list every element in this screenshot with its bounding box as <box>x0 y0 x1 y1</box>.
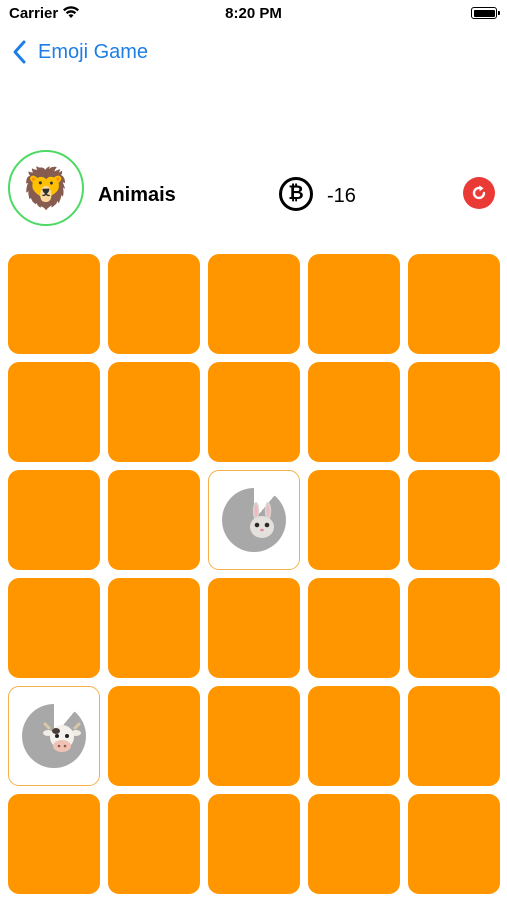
card-face-down[interactable] <box>8 254 100 354</box>
restart-button[interactable] <box>463 177 495 209</box>
score-value: -16 <box>327 185 356 207</box>
card-revealed-rabbit[interactable] <box>208 470 300 570</box>
card-face-down[interactable] <box>8 470 100 570</box>
card-face-down[interactable] <box>208 578 300 678</box>
card-face-down[interactable] <box>108 794 200 894</box>
card-face-down[interactable] <box>108 578 200 678</box>
card-face-down[interactable] <box>308 362 400 462</box>
card-face-down[interactable] <box>408 686 500 786</box>
card-face-down[interactable] <box>108 362 200 462</box>
card-face-down[interactable] <box>108 686 200 786</box>
card-face-down[interactable] <box>408 470 500 570</box>
card-face-down[interactable] <box>208 254 300 354</box>
lion-icon: 🦁 <box>21 166 71 211</box>
card-face-down[interactable] <box>8 578 100 678</box>
back-button-label: Emoji Game <box>38 40 149 63</box>
rabbit-icon <box>250 502 274 538</box>
card-face-down[interactable] <box>408 794 500 894</box>
card-face-down[interactable] <box>308 686 400 786</box>
card-face-down[interactable] <box>408 578 500 678</box>
battery-icon <box>471 7 500 19</box>
card-face-down[interactable] <box>308 578 400 678</box>
card-grid <box>8 254 500 894</box>
back-button[interactable]: Emoji Game <box>10 38 148 66</box>
card-face-down[interactable] <box>8 362 100 462</box>
card-face-down[interactable] <box>408 362 500 462</box>
restart-icon <box>472 185 486 200</box>
card-face-down[interactable] <box>208 362 300 462</box>
card-face-down[interactable] <box>308 470 400 570</box>
card-face-down[interactable] <box>308 254 400 354</box>
card-face-down[interactable] <box>8 794 100 894</box>
card-face-down[interactable] <box>108 470 200 570</box>
card-face-down[interactable] <box>208 686 300 786</box>
timer-pie <box>22 704 86 768</box>
status-time: 8:20 PM <box>225 5 282 22</box>
timer-pie <box>222 488 286 552</box>
category-avatar: 🦁 <box>8 150 84 226</box>
chevron-left-icon <box>10 38 32 66</box>
card-face-down[interactable] <box>208 794 300 894</box>
card-face-down[interactable] <box>108 254 200 354</box>
card-face-down[interactable] <box>308 794 400 894</box>
bitcoin-icon: ₿ <box>279 177 313 211</box>
card-revealed-cow[interactable] <box>8 686 100 786</box>
category-title: Animais <box>98 184 176 206</box>
status-bar: Carrier 8:20 PM <box>0 0 507 28</box>
cow-icon <box>43 722 81 752</box>
card-face-down[interactable] <box>408 254 500 354</box>
